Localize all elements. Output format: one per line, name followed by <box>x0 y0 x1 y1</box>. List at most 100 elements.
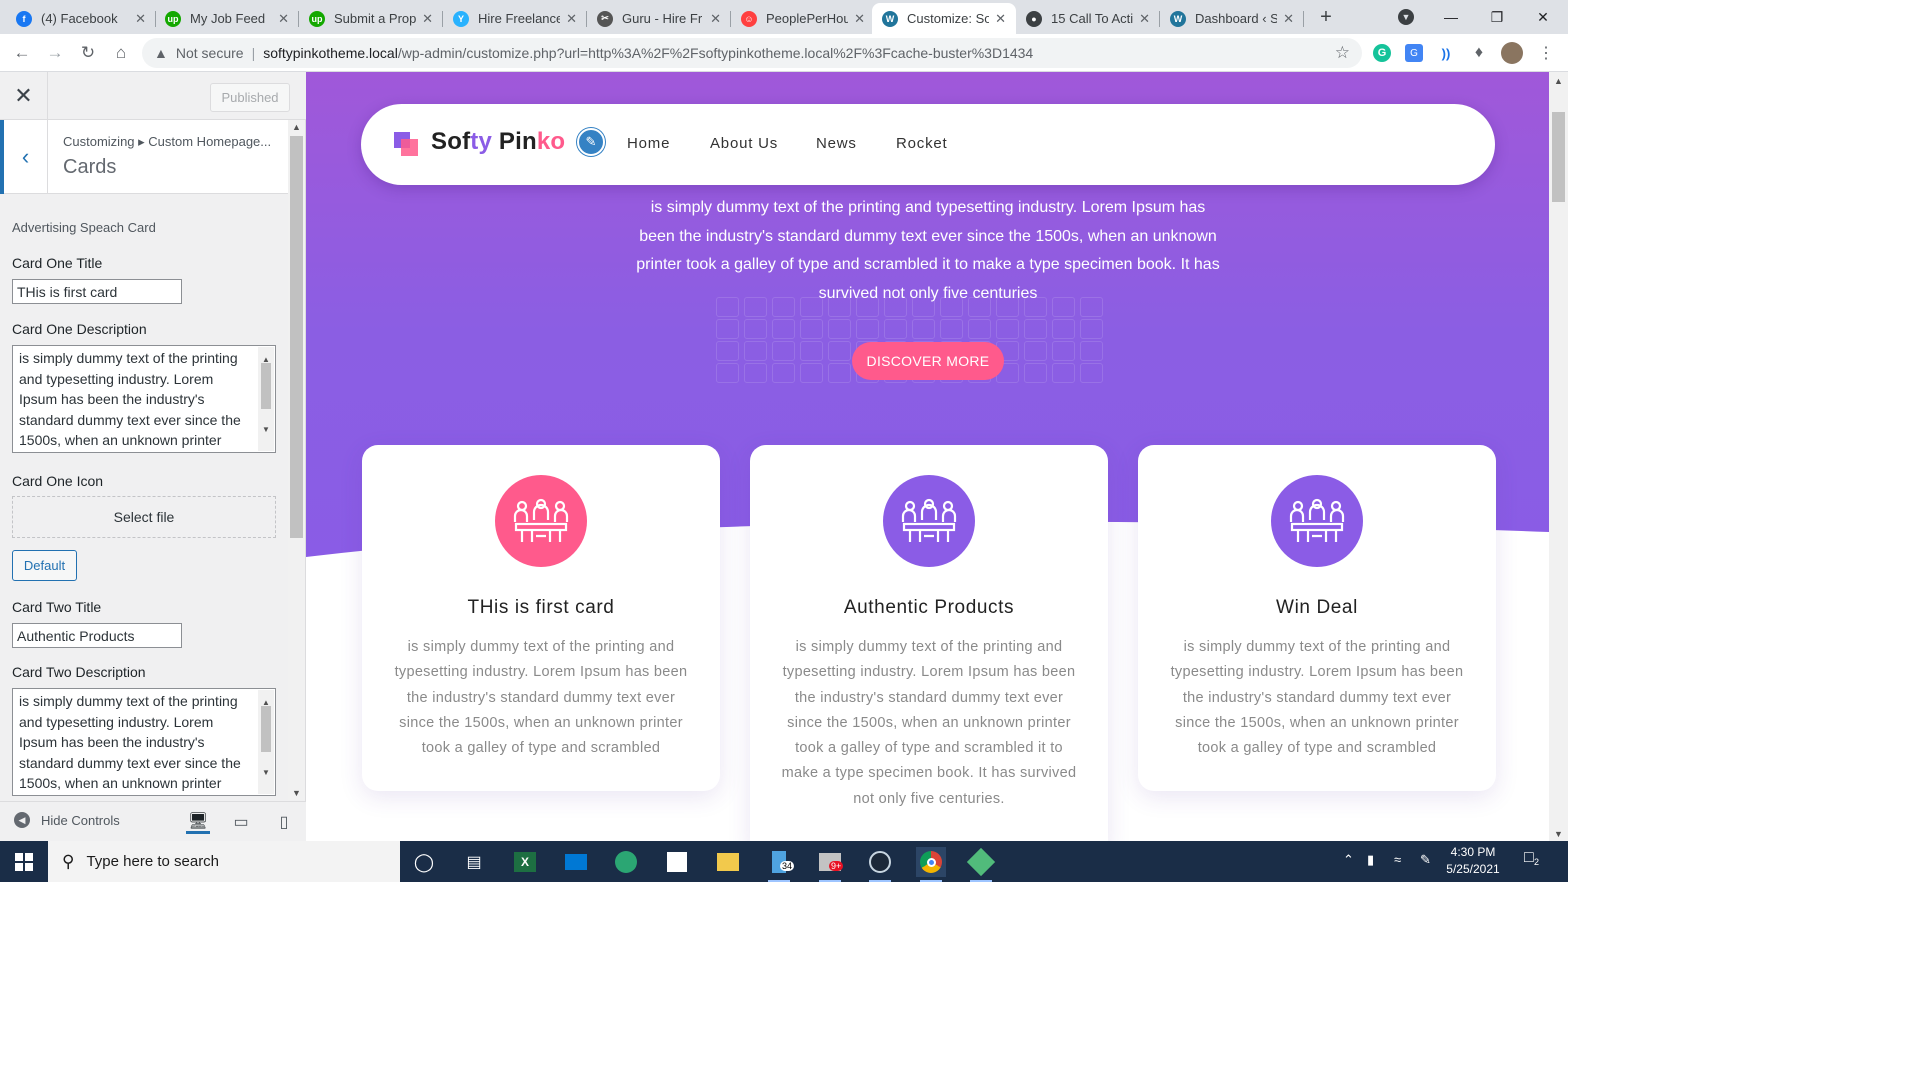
browser-tab[interactable]: f (4) Facebook ✕ <box>6 3 156 34</box>
keyboard-key <box>772 319 795 339</box>
close-tab-icon[interactable]: ✕ <box>566 11 577 27</box>
card-one-description-textarea[interactable]: is simply dummy text of the printing and… <box>12 345 276 453</box>
new-tab-button[interactable]: + <box>1314 5 1338 29</box>
hide-controls-button[interactable]: ◀ Hide Controls <box>14 812 120 828</box>
scroll-up-arrow-icon[interactable]: ▲ <box>1554 76 1563 86</box>
address-bar[interactable]: ▲ Not secure | softypinkotheme.local/wp-… <box>142 38 1362 68</box>
keyboard-key <box>1080 363 1103 383</box>
nav-home[interactable]: Home <box>627 135 670 152</box>
textarea-scrollbar-thumb[interactable] <box>261 363 271 409</box>
scroll-down-arrow-icon[interactable]: ▼ <box>292 788 301 798</box>
browser-tab[interactable]: ● 15 Call To Acti ✕ <box>1016 3 1160 34</box>
edit-shortcut-pencil-icon[interactable]: ✎ <box>577 128 605 156</box>
browser-tab[interactable]: W Dashboard ‹ S ✕ <box>1160 3 1304 34</box>
close-tab-icon[interactable]: ✕ <box>995 11 1006 27</box>
site-logo[interactable]: Softy Pinko <box>431 128 565 156</box>
textarea-scrollbar[interactable]: ▲ ▼ <box>258 347 274 451</box>
textarea-scrollbar[interactable]: ▲ ▼ <box>258 690 274 794</box>
nav-rocket[interactable]: Rocket <box>896 135 948 152</box>
address-host: softypinkotheme.local <box>263 45 398 61</box>
preview-scrollbar[interactable]: ▲ ▼ <box>1549 72 1568 841</box>
windows-start-icon[interactable] <box>0 841 48 882</box>
desktop-preview-icon[interactable]: 🖥 <box>186 810 210 834</box>
scroll-up-arrow-icon[interactable]: ▲ <box>292 122 301 132</box>
close-window-icon[interactable]: ✕ <box>1520 0 1566 34</box>
tab-search-icon[interactable]: ▼ <box>1383 0 1429 34</box>
close-tab-icon[interactable]: ✕ <box>278 11 289 27</box>
wifi-icon[interactable]: ≈ <box>1394 852 1401 867</box>
published-button[interactable]: Published <box>210 83 290 112</box>
cortana-icon[interactable]: ◯ <box>409 847 439 877</box>
brand-part-4: ko <box>536 128 566 155</box>
home-icon[interactable]: ⌂ <box>108 41 134 65</box>
browser-tab[interactable]: up My Job Feed ✕ <box>155 3 299 34</box>
tray-chevron-icon[interactable]: ⌃ <box>1343 852 1354 868</box>
close-customizer-icon[interactable]: ✕ <box>0 72 48 120</box>
taskbar-search-box[interactable]: ⚲ Type here to search <box>48 841 400 882</box>
excel-icon[interactable]: X <box>510 847 540 877</box>
edge-icon[interactable] <box>611 847 641 877</box>
task-view-icon[interactable]: ▤ <box>459 847 489 877</box>
local-app-icon[interactable] <box>966 847 996 882</box>
restore-icon[interactable]: ❐ <box>1474 0 1520 34</box>
brand-part-3: Pin <box>492 128 537 155</box>
browser-tab[interactable]: ✂ Guru - Hire Fr ✕ <box>587 3 731 34</box>
steam-icon[interactable] <box>865 847 895 882</box>
mobile-preview-icon[interactable]: ▯ <box>272 810 296 834</box>
close-tab-icon[interactable]: ✕ <box>1283 11 1294 27</box>
file-explorer-icon[interactable] <box>713 847 743 877</box>
reload-icon[interactable]: ↻ <box>75 41 101 65</box>
browser-tab[interactable]: W Customize: So ✕ <box>872 3 1016 34</box>
system-clock[interactable]: 4:30 PM 5/25/2021 <box>1440 844 1506 878</box>
pen-icon[interactable]: ✎ <box>1420 852 1431 868</box>
read-aloud-icon[interactable]: )) <box>1435 42 1457 64</box>
badge-count: 34 <box>780 861 795 871</box>
notifications-icon[interactable]: □ 2 <box>1524 849 1539 867</box>
textarea-scrollbar-thumb[interactable] <box>261 706 271 752</box>
extensions-icon[interactable]: ♦ <box>1468 42 1490 64</box>
nav-about-us[interactable]: About Us <box>710 135 778 152</box>
close-tab-icon[interactable]: ✕ <box>854 11 865 27</box>
card-one-title-input[interactable] <box>12 279 182 304</box>
tablet-preview-icon[interactable]: ▭ <box>229 810 253 834</box>
scroll-down-arrow-icon[interactable]: ▼ <box>262 420 270 441</box>
close-tab-icon[interactable]: ✕ <box>710 11 721 27</box>
mobile-app-icon[interactable]: 34 <box>764 847 795 882</box>
scroll-down-arrow-icon[interactable]: ▼ <box>1554 829 1563 839</box>
profile-avatar[interactable] <box>1501 42 1523 64</box>
forward-icon[interactable]: → <box>42 41 68 65</box>
panel-scrollbar-thumb[interactable] <box>290 136 303 538</box>
store-icon[interactable] <box>662 847 692 877</box>
translate-icon[interactable]: G <box>1403 42 1425 64</box>
section-title: Cards <box>63 156 117 178</box>
close-tab-icon[interactable]: ✕ <box>135 11 146 27</box>
messaging-app-icon[interactable]: 9+ <box>815 847 845 882</box>
brand-part-1: Sof <box>431 128 471 155</box>
back-chevron-icon[interactable]: ‹ <box>0 120 48 194</box>
close-tab-icon[interactable]: ✕ <box>422 11 433 27</box>
minimize-icon[interactable]: — <box>1428 0 1474 34</box>
card-two-title-input[interactable] <box>12 623 182 648</box>
keyboard-key <box>1052 319 1075 339</box>
browser-tab[interactable]: Y Hire Freelance ✕ <box>443 3 587 34</box>
hero-description: is simply dummy text of the printing and… <box>636 199 1220 303</box>
chrome-icon[interactable] <box>916 847 946 882</box>
bookmark-star-icon[interactable]: ☆ <box>1335 43 1350 63</box>
discover-more-button[interactable]: DISCOVER MORE <box>852 342 1004 380</box>
card-two-description-textarea[interactable]: is simply dummy text of the printing and… <box>12 688 276 796</box>
battery-icon[interactable]: ▮ <box>1367 852 1374 868</box>
browser-tab[interactable]: up Submit a Prop ✕ <box>299 3 443 34</box>
default-button[interactable]: Default <box>12 550 77 581</box>
grammarly-icon[interactable]: G <box>1371 42 1393 64</box>
mail-icon[interactable] <box>561 847 591 877</box>
preview-scrollbar-thumb[interactable] <box>1552 112 1565 202</box>
keyboard-key <box>716 363 739 383</box>
close-tab-icon[interactable]: ✕ <box>1139 11 1150 27</box>
panel-scrollbar[interactable]: ▲ ▼ <box>288 120 305 800</box>
scroll-down-arrow-icon[interactable]: ▼ <box>262 763 270 784</box>
back-icon[interactable]: ← <box>9 41 35 65</box>
nav-news[interactable]: News <box>816 135 857 152</box>
select-file-button[interactable]: Select file <box>12 496 276 538</box>
browser-tab[interactable]: ☺ PeoplePerHou ✕ <box>731 3 875 34</box>
browser-menu-icon[interactable]: ⋮ <box>1535 42 1557 64</box>
